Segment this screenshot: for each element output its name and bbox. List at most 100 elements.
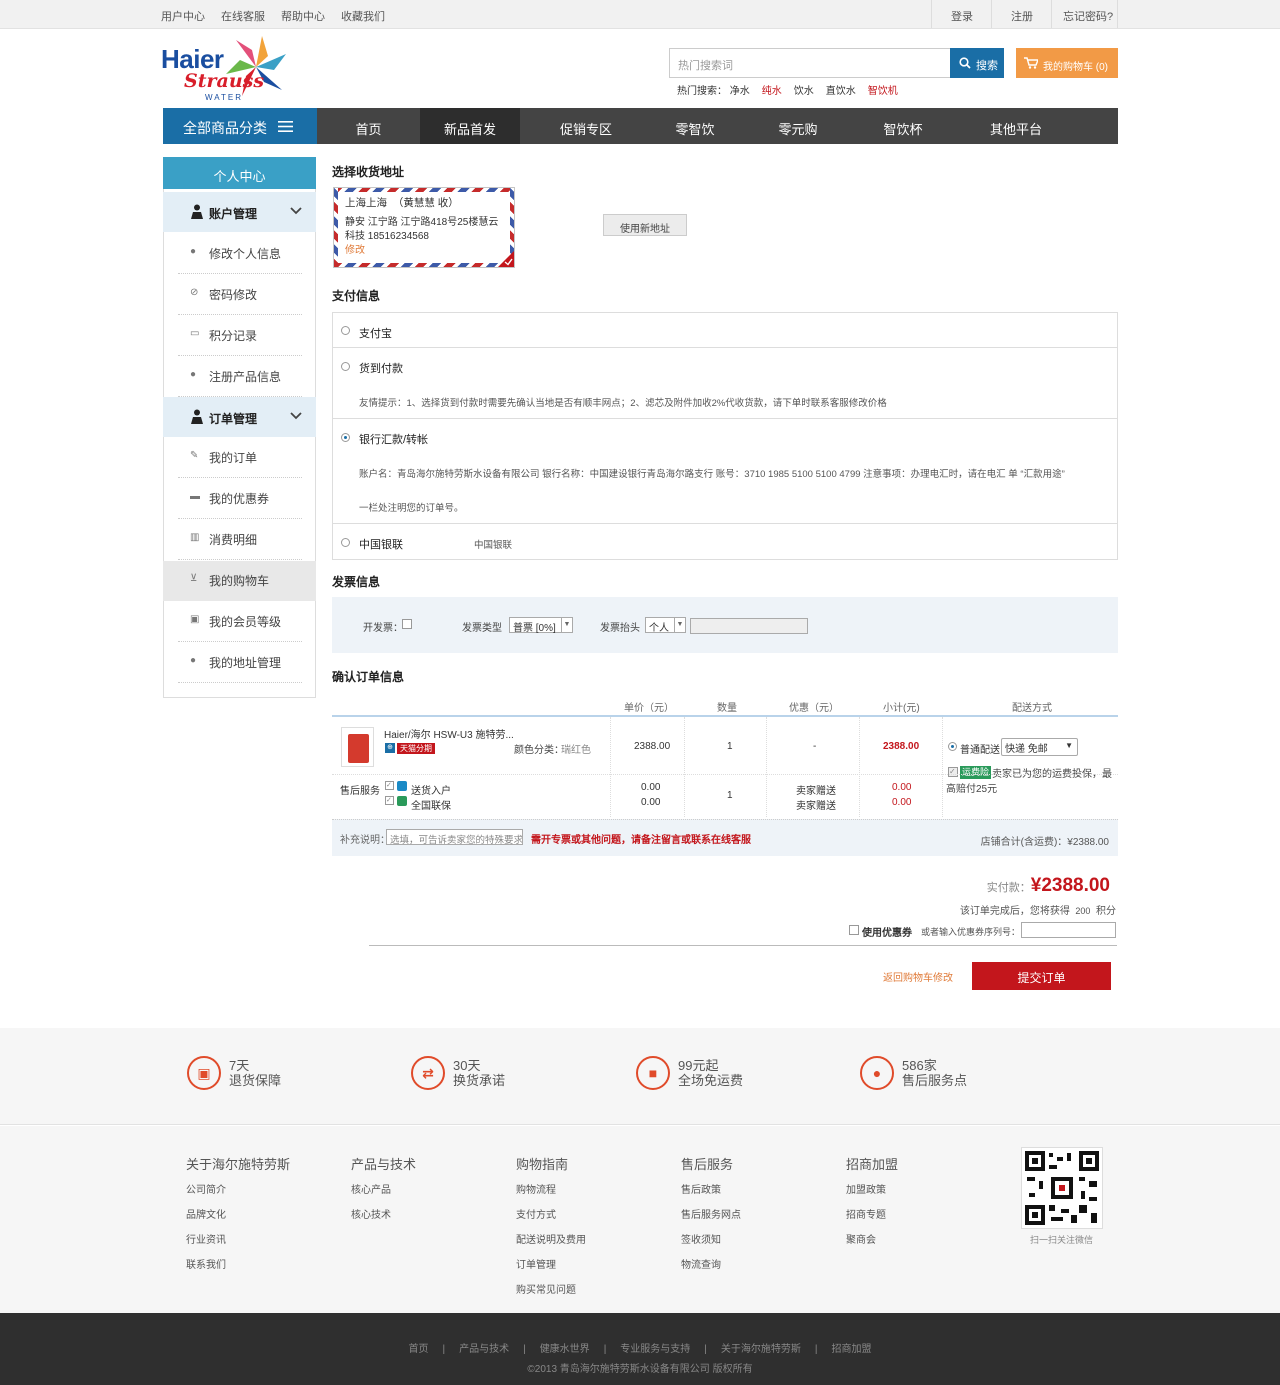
nav-smart-cup[interactable]: 智饮杯 bbox=[858, 108, 948, 144]
sidebar-item-register-product[interactable]: ● 注册产品信息 bbox=[178, 356, 302, 397]
sidebar-item-spending[interactable]: ▥ 消费明细 bbox=[178, 519, 302, 560]
nav-other-platforms[interactable]: 其他平台 bbox=[948, 108, 1084, 144]
delivery-label: 普通配送 bbox=[960, 745, 1000, 756]
delivery-home-icon bbox=[397, 781, 407, 791]
remark-input[interactable]: 选填，可告诉卖家您的特殊要求 bbox=[386, 829, 523, 845]
footer-link[interactable]: 订单管理 bbox=[516, 1256, 556, 1271]
nav-promotions[interactable]: 促销专区 bbox=[520, 108, 652, 144]
payment-section-title: 支付信息 bbox=[332, 289, 381, 303]
payment-radio[interactable] bbox=[341, 362, 350, 371]
delivery-radio[interactable] bbox=[948, 742, 957, 751]
hot-search-term[interactable]: 纯水 bbox=[762, 86, 782, 97]
nav-zero-purchase[interactable]: 零元购 bbox=[738, 108, 858, 144]
payment-option-unionpay[interactable]: 中国银联 中国银联 bbox=[332, 523, 1118, 560]
top-link-help[interactable]: 帮助中心 bbox=[281, 8, 325, 24]
pay-summary: 实付款：¥2388.00 bbox=[987, 875, 1110, 897]
footer-link[interactable]: 核心产品 bbox=[351, 1181, 391, 1196]
login-link[interactable]: 登录 bbox=[951, 8, 973, 24]
footer-link[interactable]: 购买常见问题 bbox=[516, 1281, 576, 1296]
hot-search-term[interactable]: 直饮水 bbox=[826, 86, 856, 97]
after-sale-checkbox[interactable]: ✓ bbox=[385, 796, 394, 805]
forgot-password-link[interactable]: 忘记密码? bbox=[1063, 8, 1113, 24]
payment-option-alipay[interactable]: 支付宝 bbox=[332, 312, 1118, 348]
use-new-address-button[interactable]: 使用新地址 bbox=[603, 214, 687, 236]
footer-link[interactable]: 核心技术 bbox=[351, 1206, 391, 1221]
sidebar-item-my-orders[interactable]: ✎ 我的订单 bbox=[178, 437, 302, 478]
payment-radio[interactable] bbox=[341, 538, 350, 547]
sidebar-item-points[interactable]: ▭ 积分记录 bbox=[178, 315, 302, 356]
invoice-checkbox[interactable] bbox=[402, 619, 412, 629]
sidebar-item-address[interactable]: ● 我的地址管理 bbox=[178, 642, 302, 683]
product-thumbnail[interactable] bbox=[341, 727, 374, 767]
coupon-checkbox[interactable] bbox=[849, 925, 859, 935]
footer-link[interactable]: 聚商会 bbox=[846, 1231, 876, 1246]
order-section-title: 确认订单信息 bbox=[332, 670, 405, 684]
sidebar-item-member-level[interactable]: ▣ 我的会员等级 bbox=[178, 601, 302, 642]
after-sale-checkbox[interactable]: ✓ bbox=[385, 781, 394, 790]
back-to-cart-link[interactable]: 返回购物车修改 bbox=[883, 969, 953, 984]
footer-link[interactable]: 配送说明及费用 bbox=[516, 1231, 586, 1246]
top-link-online-service[interactable]: 在线客服 bbox=[221, 8, 265, 24]
all-categories-label: 全部商品分类 bbox=[183, 120, 267, 136]
after-sale-price: 0.00 bbox=[641, 782, 661, 793]
invoice-head-select[interactable]: 个人 ▼ bbox=[645, 617, 686, 634]
sidebar-group-orders[interactable]: 订单管理 bbox=[163, 397, 316, 437]
footer-link[interactable]: 支付方式 bbox=[516, 1206, 556, 1221]
bottom-link[interactable]: 产品与技术 bbox=[459, 1344, 509, 1355]
sidebar-item-cart[interactable]: ⊻ 我的购物车 bbox=[178, 560, 302, 601]
footer-link[interactable]: 加盟政策 bbox=[846, 1181, 886, 1196]
footer-link[interactable]: 物流查询 bbox=[681, 1256, 721, 1271]
delivery-select[interactable]: 快递 免邮 ▼ bbox=[1001, 738, 1078, 756]
bottom-link[interactable]: 专业服务与支持 bbox=[620, 1344, 690, 1355]
after-sale-by: 卖家赠送 bbox=[796, 786, 836, 797]
search-button[interactable]: 搜索 bbox=[950, 48, 1004, 78]
my-cart-button[interactable]: 我的购物车 (0) bbox=[1016, 48, 1118, 78]
footer-link[interactable]: 品牌文化 bbox=[186, 1206, 226, 1221]
footer-link[interactable]: 售后政策 bbox=[681, 1181, 721, 1196]
payment-note: 账户名：青岛海尔施特劳斯水设备有限公司 银行名称：中国建设银行青岛海尔路支行 账… bbox=[359, 469, 1065, 480]
payment-option-cod[interactable]: 货到付款 友情提示：1、选择货到付款时需要先确认当地是否有顺丰网点；2、滤芯及附… bbox=[332, 347, 1118, 419]
sidebar-group-account[interactable]: 账户管理 bbox=[163, 192, 316, 232]
product-name[interactable]: Haier/海尔 HSW-U3 施特劳... bbox=[384, 726, 514, 741]
sidebar-item-edit-profile[interactable]: ● 修改个人信息 bbox=[178, 233, 302, 274]
footer-link[interactable]: 购物流程 bbox=[516, 1181, 556, 1196]
bottom-link[interactable]: 首页 bbox=[408, 1344, 428, 1355]
hot-search-term[interactable]: 饮水 bbox=[794, 86, 814, 97]
invoice-type-select[interactable]: 普票 [0%] ▼ bbox=[509, 617, 573, 634]
all-categories-menu[interactable]: 全部商品分类 bbox=[163, 108, 317, 144]
sidebar-item-password[interactable]: ⊘ 密码修改 bbox=[178, 274, 302, 315]
footer-link[interactable]: 联系我们 bbox=[186, 1256, 226, 1271]
submit-order-button[interactable]: 提交订单 bbox=[972, 962, 1111, 990]
footer-link[interactable]: 行业资讯 bbox=[186, 1231, 226, 1246]
hot-search-term[interactable]: 净水 bbox=[730, 86, 750, 97]
nav-zero-smart-drink[interactable]: 零智饮 bbox=[652, 108, 738, 144]
search-input[interactable]: 热门搜索词 bbox=[669, 48, 951, 78]
top-link-favorite[interactable]: 收藏我们 bbox=[341, 8, 385, 24]
payment-radio-selected[interactable] bbox=[341, 433, 350, 442]
register-link[interactable]: 注册 bbox=[1011, 8, 1033, 24]
bottom-link[interactable]: 关于海尔施特劳斯 bbox=[721, 1344, 801, 1355]
payment-option-bank-transfer[interactable]: 银行汇款/转帐 账户名：青岛海尔施特劳斯水设备有限公司 银行名称：中国建设银行青… bbox=[332, 418, 1118, 524]
bottom-link[interactable]: 健康水世界 bbox=[540, 1344, 590, 1355]
address-card[interactable]: 上海上海 （黄慧慧 收） 静安 江宁路 江宁路418号25楼慧云科技 18516… bbox=[333, 187, 515, 268]
footer-link[interactable]: 售后服务网点 bbox=[681, 1206, 741, 1221]
sidebar-item-label: 我的会员等级 bbox=[209, 615, 282, 629]
footer-link[interactable]: 招商专题 bbox=[846, 1206, 886, 1221]
after-sale-price: 0.00 bbox=[641, 797, 661, 808]
bottom-link[interactable]: 招商加盟 bbox=[832, 1344, 872, 1355]
sidebar-item-label: 注册产品信息 bbox=[209, 370, 282, 384]
footer-link[interactable]: 公司简介 bbox=[186, 1181, 226, 1196]
sidebar-item-coupons[interactable]: ▬ 我的优惠券 bbox=[178, 478, 302, 519]
address-edit-link[interactable]: 修改 bbox=[345, 244, 503, 258]
nav-new-arrivals[interactable]: 新品首发 bbox=[420, 108, 520, 144]
top-link-user-center[interactable]: 用户中心 bbox=[161, 8, 205, 24]
nav-home[interactable]: 首页 bbox=[317, 108, 420, 144]
color-label: 颜色分类： bbox=[514, 745, 564, 756]
truck-icon: ■ bbox=[636, 1056, 670, 1090]
payment-radio[interactable] bbox=[341, 326, 350, 335]
hot-search-term[interactable]: 智饮机 bbox=[868, 86, 898, 97]
coupon-code-input[interactable] bbox=[1021, 922, 1116, 938]
divider bbox=[931, 0, 932, 28]
footer-link[interactable]: 签收须知 bbox=[681, 1231, 721, 1246]
invoice-head-input[interactable] bbox=[690, 618, 808, 634]
